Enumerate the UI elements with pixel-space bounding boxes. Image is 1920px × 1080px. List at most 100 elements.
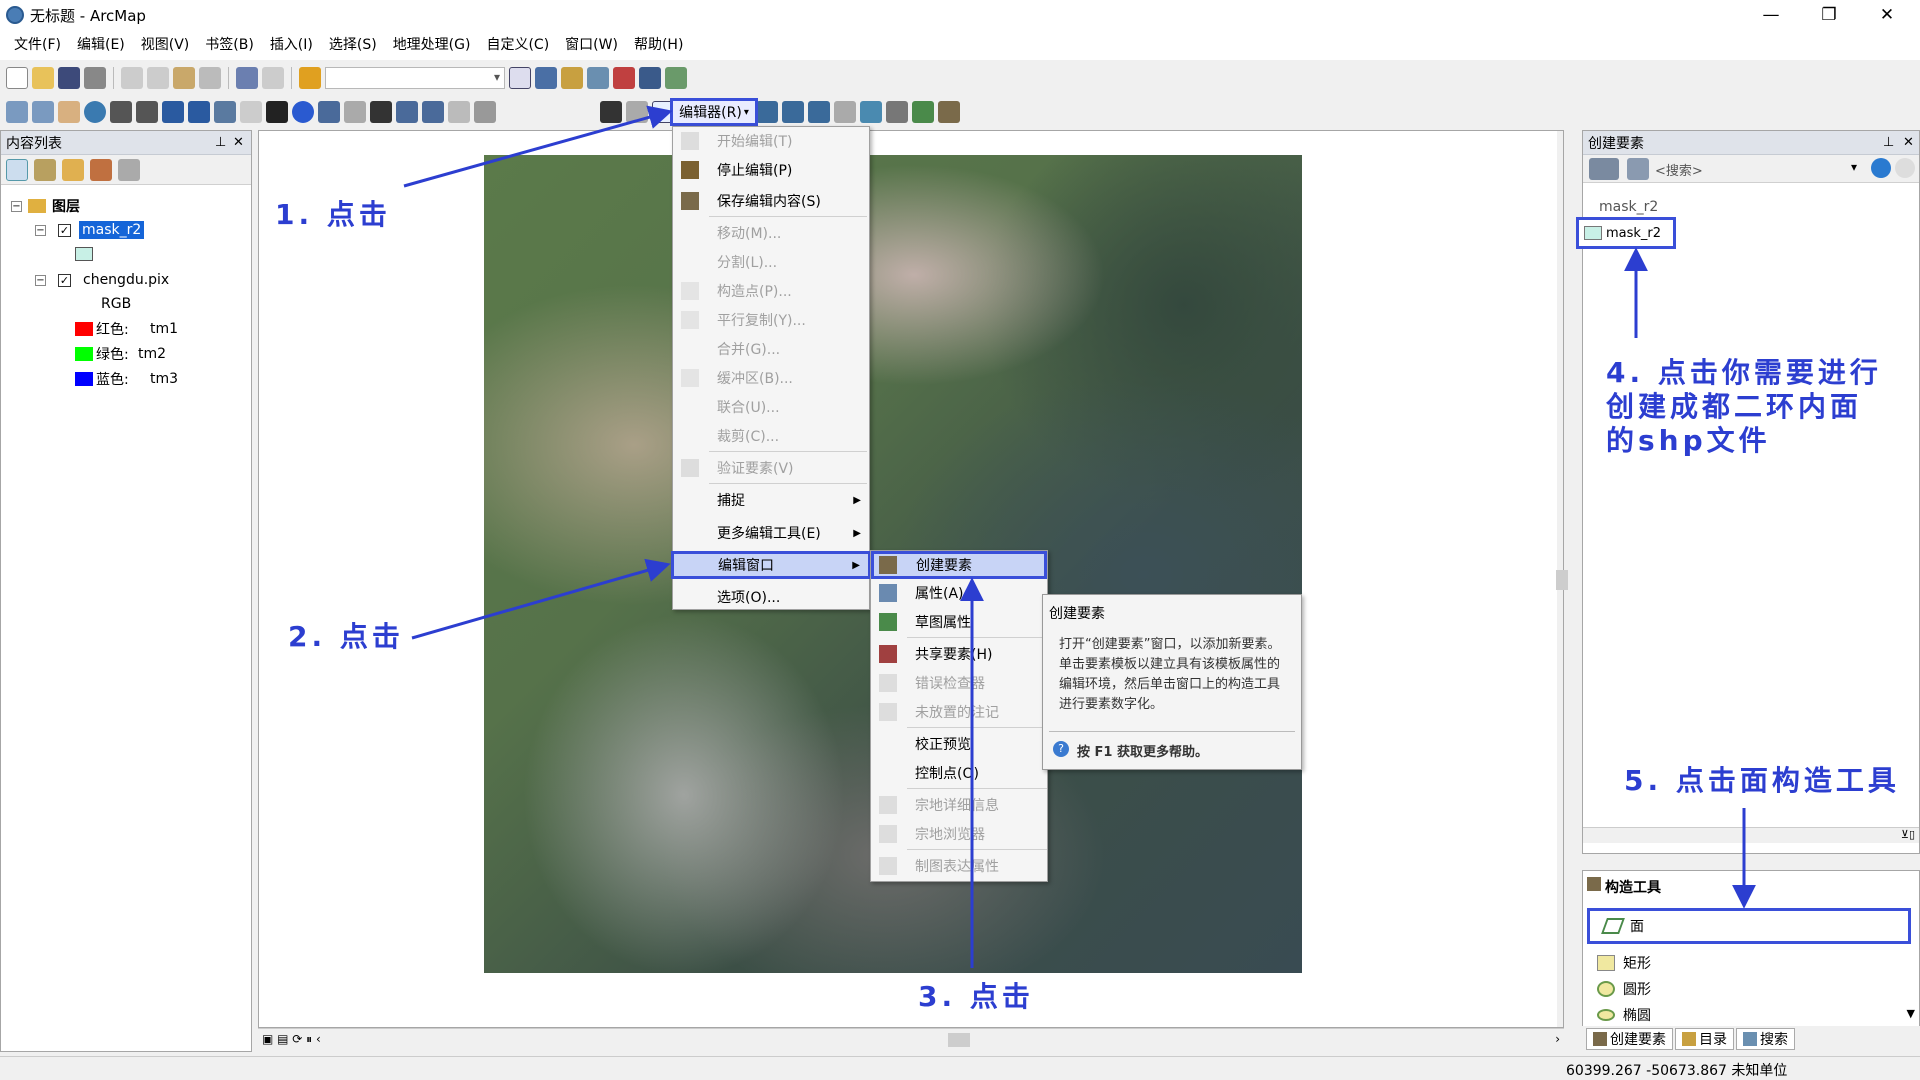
create-viewer-window-icon[interactable] [474, 101, 496, 123]
menu-validate-features[interactable]: 验证要素(V) [673, 456, 869, 480]
submenu-create-features[interactable]: 创建要素 [871, 551, 1047, 579]
menu-options[interactable]: 选项(O)... [673, 585, 869, 609]
maximize-button[interactable]: ❐ [1800, 0, 1858, 30]
tool-rectangle[interactable]: 矩形 [1597, 951, 1651, 975]
reshape-feature-icon[interactable] [782, 101, 804, 123]
clear-search-icon[interactable] [1895, 158, 1915, 178]
menu-editing-windows[interactable]: 编辑窗口 ▶ [671, 551, 871, 579]
create-features-icon[interactable] [938, 101, 960, 123]
select-elements-arrow-icon[interactable] [266, 101, 288, 123]
organize-templates-icon[interactable] [1589, 158, 1619, 180]
submenu-representation-properties[interactable]: 制图表达属性 [871, 854, 1047, 878]
menu-construct-points[interactable]: 构造点(P)... [673, 279, 869, 303]
splitter-buttons[interactable]: ⊻▯ [1901, 828, 1915, 841]
polygon-symbol-swatch[interactable] [75, 247, 93, 261]
rotate-tool-icon[interactable] [860, 101, 882, 123]
close-icon[interactable]: ✕ [1903, 135, 1914, 150]
search-icon[interactable] [1871, 158, 1891, 178]
toc-options-icon[interactable] [118, 158, 140, 181]
horizontal-scroll-thumb[interactable] [948, 1033, 970, 1047]
map-scale-combo[interactable] [325, 67, 505, 89]
submenu-parcel-explorer[interactable]: 宗地浏览器 [871, 822, 1047, 846]
template-mask-r2[interactable]: mask_r2 [1576, 217, 1676, 249]
paste-icon[interactable] [173, 67, 195, 89]
zoom-in-icon[interactable] [6, 101, 28, 123]
fixed-zoom-out-icon[interactable] [136, 101, 158, 123]
edit-annotation-icon[interactable] [626, 101, 648, 123]
submenu-adjustment-preview[interactable]: 校正预览 [871, 732, 1047, 756]
horizontal-scrollbar[interactable]: ▣ ▤ ⟳ ⏸ ‹ › [258, 1028, 1564, 1052]
list-by-drawing-order-icon[interactable] [6, 158, 28, 181]
submenu-error-inspector[interactable]: 错误检查器 [871, 671, 1047, 695]
redo-icon[interactable] [262, 67, 284, 89]
menu-more-editing-tools[interactable]: 更多编辑工具(E) ▶ [673, 521, 869, 545]
tab-catalog[interactable]: 目录 [1675, 1028, 1734, 1050]
undo-icon[interactable] [236, 67, 258, 89]
layer-visibility-checkbox[interactable]: ✓ [58, 273, 71, 287]
html-popup-icon[interactable] [318, 101, 340, 123]
menu-clip[interactable]: 裁剪(C)... [673, 424, 869, 448]
submenu-sketch-properties[interactable]: 草图属性 [871, 610, 1047, 634]
layout-view-icon[interactable]: ▣ ▤ ⟳ ⏸ ‹ [262, 1032, 321, 1047]
save-icon[interactable] [58, 67, 80, 89]
new-document-icon[interactable] [6, 67, 28, 89]
tool-polygon[interactable]: 面 [1587, 908, 1911, 944]
tree-row-mask-r2[interactable]: − ✓ mask_r2 [35, 219, 145, 241]
panel-splitter[interactable]: ⊻▯ [1583, 827, 1919, 843]
tool-ellipse[interactable]: 椭圆 [1597, 1003, 1651, 1027]
pan-hand-icon[interactable] [58, 101, 80, 123]
collapse-icon[interactable]: − [35, 274, 46, 286]
menu-insert[interactable]: 插入(I) [262, 30, 321, 60]
print-icon[interactable] [84, 67, 106, 89]
full-extent-globe-icon[interactable] [84, 101, 106, 123]
menu-split[interactable]: 分割(L)... [673, 250, 869, 274]
go-to-xy-icon[interactable] [422, 101, 444, 123]
add-data-icon[interactable] [299, 67, 321, 89]
layer-visibility-checkbox[interactable]: ✓ [58, 223, 71, 237]
clear-selection-icon[interactable] [240, 101, 262, 123]
menu-bookmarks[interactable]: 书签(B) [197, 30, 262, 60]
list-by-visibility-icon[interactable] [62, 158, 84, 181]
menu-selection[interactable]: 选择(S) [321, 30, 385, 60]
tab-create-features[interactable]: 创建要素 [1586, 1028, 1673, 1050]
select-features-icon[interactable] [214, 101, 236, 123]
search-window-icon[interactable] [587, 67, 609, 89]
menu-save-edits[interactable]: 保存编辑内容(S) [673, 189, 869, 213]
go-back-icon[interactable] [162, 101, 184, 123]
catalog-icon[interactable] [561, 67, 583, 89]
menu-help[interactable]: 帮助(H) [626, 30, 691, 60]
identify-icon[interactable] [292, 101, 314, 123]
table-of-contents-icon[interactable] [535, 67, 557, 89]
menu-start-editing[interactable]: 开始编辑(T) [673, 129, 869, 153]
submenu-shared-features[interactable]: 共享要素(H) [871, 642, 1047, 666]
tree-row-layers[interactable]: − 图层 [11, 195, 80, 217]
scroll-down-arrow[interactable]: ▼ [1907, 1007, 1915, 1020]
editor-toolbar-icon[interactable] [509, 67, 531, 89]
measure-icon[interactable] [344, 101, 366, 123]
menu-union[interactable]: 联合(U)... [673, 395, 869, 419]
menu-view[interactable]: 视图(V) [133, 30, 198, 60]
delete-icon[interactable] [199, 67, 221, 89]
menu-stop-editing[interactable]: 停止编辑(P) [673, 158, 869, 182]
collapse-icon[interactable]: − [11, 200, 22, 212]
menu-windows[interactable]: 窗口(W) [557, 30, 626, 60]
sketch-properties-icon[interactable] [912, 101, 934, 123]
menu-move[interactable]: 移动(M)... [673, 221, 869, 245]
pin-icon[interactable]: ⊥ [215, 135, 226, 150]
list-by-selection-icon[interactable] [90, 158, 112, 181]
attributes-icon[interactable] [886, 101, 908, 123]
submenu-link-table[interactable]: 控制点(O) [871, 761, 1047, 785]
fixed-zoom-in-icon[interactable] [110, 101, 132, 123]
tree-row-chengdu[interactable]: − ✓ chengdu.pix [35, 269, 169, 291]
tab-search[interactable]: 搜索 [1736, 1028, 1795, 1050]
layer-name-chengdu[interactable]: chengdu.pix [83, 272, 169, 288]
open-folder-icon[interactable] [32, 67, 54, 89]
menu-edit[interactable]: 编辑(E) [69, 30, 133, 60]
list-by-source-icon[interactable] [34, 158, 56, 181]
menu-snapping[interactable]: 捕捉 ▶ [673, 488, 869, 512]
vertical-scroll-thumb[interactable] [1556, 570, 1568, 590]
python-window-icon[interactable] [639, 67, 661, 89]
model-builder-icon[interactable] [665, 67, 687, 89]
close-icon[interactable]: ✕ [233, 135, 244, 150]
copy-icon[interactable] [147, 67, 169, 89]
